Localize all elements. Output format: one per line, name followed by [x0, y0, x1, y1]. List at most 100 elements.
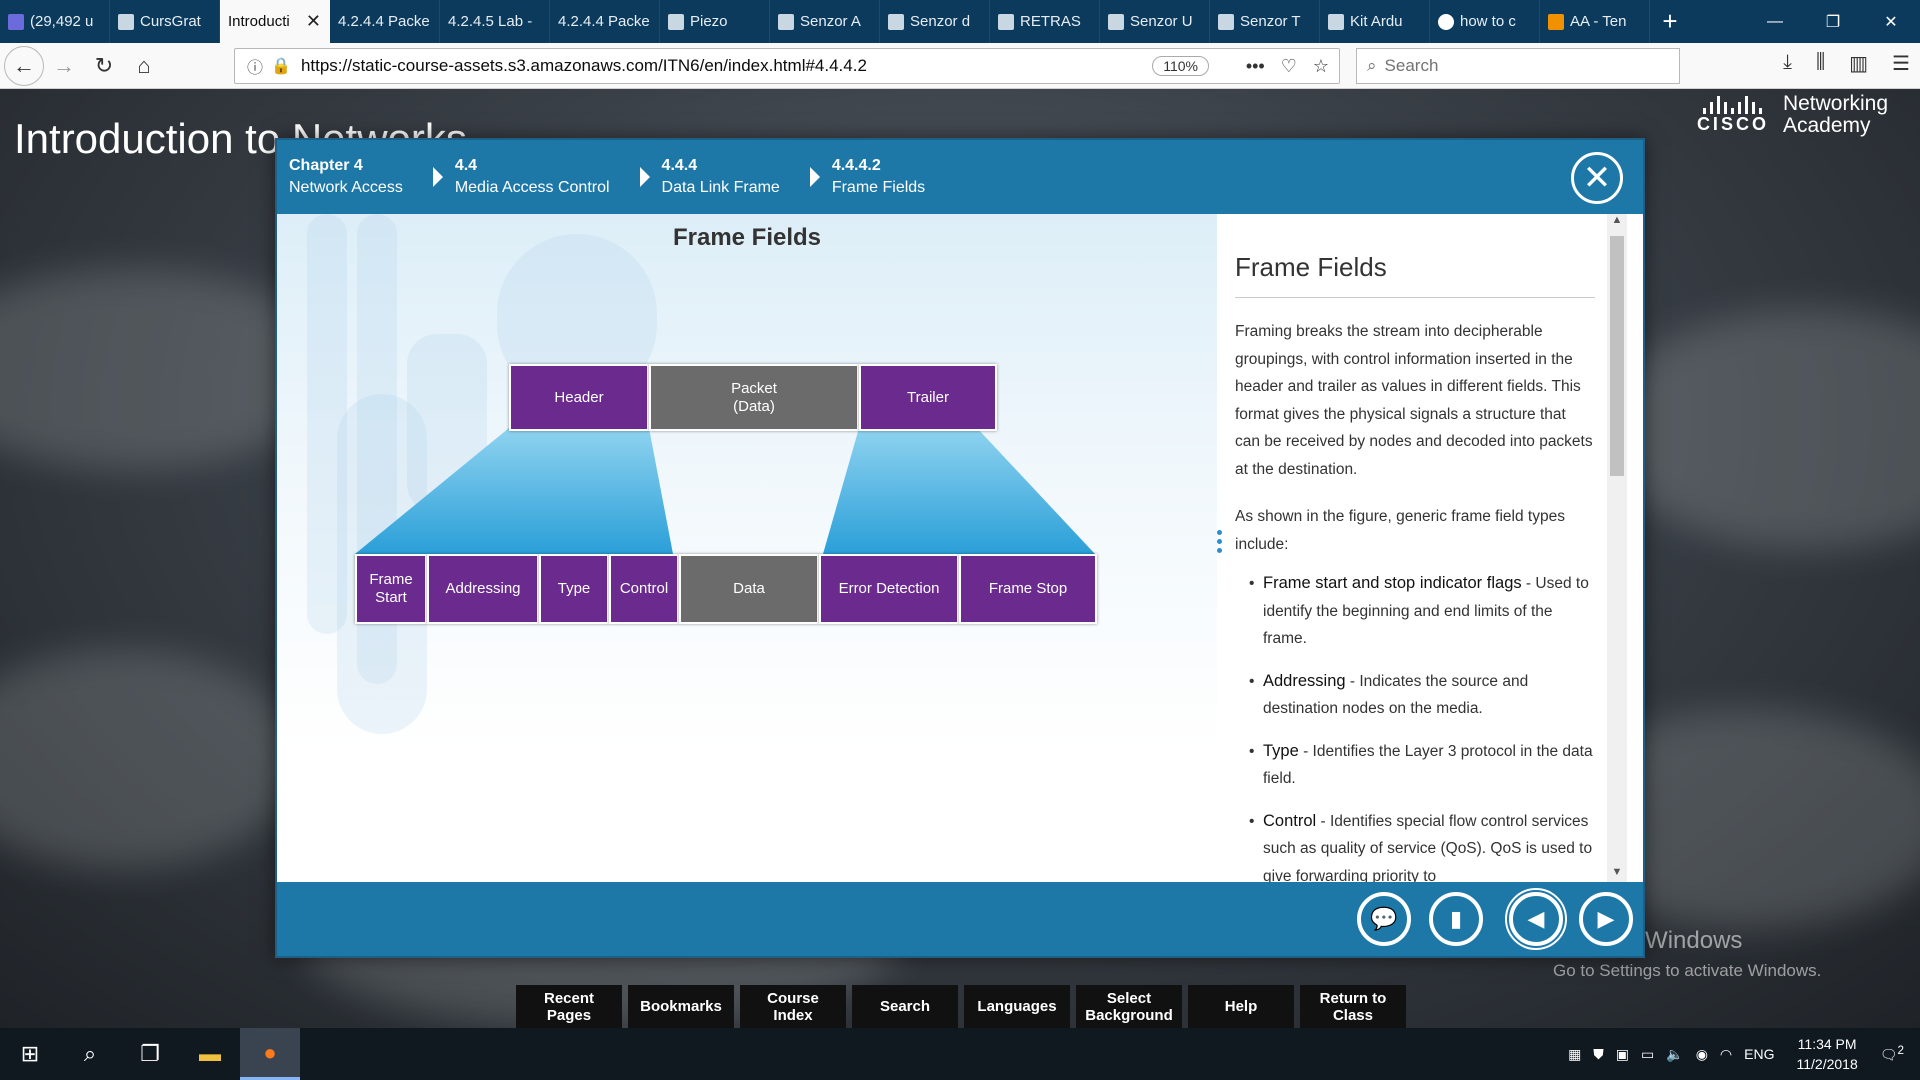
- breadcrumb-chapter[interactable]: Chapter 4 Network Access: [289, 155, 403, 199]
- menu-icon[interactable]: ☰: [1892, 51, 1910, 76]
- type-field: Type: [539, 554, 609, 624]
- folder-icon: ▬: [199, 1041, 221, 1066]
- start-button[interactable]: ⊞: [0, 1028, 60, 1080]
- tray-app2-icon[interactable]: ◉: [1696, 1046, 1708, 1063]
- tab-senzor-t[interactable]: Senzor T: [1210, 0, 1320, 43]
- previous-page-button[interactable]: ◀: [1505, 888, 1567, 950]
- url-text[interactable]: https://static-course-assets.s3.amazonaw…: [301, 56, 867, 76]
- panel-resize-handle[interactable]: [1217, 530, 1222, 553]
- search-input[interactable]: ⌕ Search: [1356, 48, 1680, 84]
- frame-fields-figure: Frame Fields Header Packet (Data) Trailer…: [277, 214, 1217, 884]
- list-item: Frame start and stop indicator flags - U…: [1249, 570, 1595, 653]
- minimize-icon[interactable]: —: [1746, 0, 1804, 43]
- tab-aa-ten[interactable]: AA - Ten: [1540, 0, 1650, 43]
- tab-senzor-u[interactable]: Senzor U: [1100, 0, 1210, 43]
- pocket-icon[interactable]: ♡: [1281, 56, 1297, 77]
- trailer-field: Trailer: [859, 364, 997, 431]
- scroll-up-icon[interactable]: ▲: [1607, 214, 1627, 232]
- list-item: Control - Identifies special flow contro…: [1249, 808, 1595, 885]
- tab-mail[interactable]: (29,492 u: [0, 0, 110, 43]
- tab-packet-1[interactable]: 4.2.4.4 Packe: [330, 0, 440, 43]
- search-icon: ⌕: [1367, 56, 1377, 75]
- back-button[interactable]: ←: [4, 45, 44, 86]
- tab-introduction[interactable]: Introducti ✕: [220, 0, 330, 43]
- battery-icon[interactable]: ▭: [1641, 1046, 1654, 1063]
- close-window-icon[interactable]: ✕: [1862, 0, 1920, 43]
- tab-how-to[interactable]: how to c: [1430, 0, 1540, 43]
- bookmark-button[interactable]: ▮: [1429, 892, 1483, 946]
- language-indicator[interactable]: ENG: [1744, 1046, 1774, 1062]
- close-tab-icon[interactable]: ✕: [306, 11, 321, 32]
- library-icon[interactable]: ⫼: [1816, 51, 1825, 76]
- tray-app-icon[interactable]: ▣: [1616, 1046, 1629, 1063]
- search-button[interactable]: Search: [852, 985, 958, 1028]
- tab-cursgrat[interactable]: CursGrat: [110, 0, 220, 43]
- forward-button[interactable]: →: [44, 46, 84, 86]
- list-item: Type - Identifies the Layer 3 protocol i…: [1249, 738, 1595, 793]
- tray-defender-icon[interactable]: ⛊: [1593, 1046, 1604, 1063]
- wifi-icon[interactable]: ◠: [1720, 1046, 1732, 1063]
- breadcrumb-arrow-icon: [639, 167, 650, 187]
- home-button[interactable]: ⌂: [124, 46, 164, 86]
- brand-line-1: Networking: [1782, 92, 1888, 115]
- comment-button[interactable]: 💬: [1357, 892, 1411, 946]
- system-tray: ▦ ⛊ ▣ ▭ 🔈 ◉ ◠ ENG 11:34 PM 11/2/2018 🗨2: [1568, 1034, 1920, 1074]
- tab-piezo[interactable]: Piezo: [660, 0, 770, 43]
- sidebar-icon[interactable]: ▥: [1849, 51, 1868, 76]
- breadcrumb-subsection[interactable]: 4.4.4 Data Link Frame: [662, 155, 780, 199]
- packet-data-field: Packet (Data): [649, 364, 859, 431]
- bookmarks-button[interactable]: Bookmarks: [628, 985, 734, 1028]
- lock-icon[interactable]: 🔒: [271, 56, 291, 76]
- search-placeholder: Search: [1384, 56, 1439, 75]
- tab-senzor-a[interactable]: Senzor A: [770, 0, 880, 43]
- breadcrumb-arrow-icon: [432, 167, 443, 187]
- download-icon[interactable]: ⤓: [1783, 51, 1792, 76]
- task-view-button[interactable]: ❐: [120, 1028, 180, 1080]
- select-background-button[interactable]: Select Background: [1076, 985, 1182, 1028]
- next-page-button[interactable]: ▶: [1579, 892, 1633, 946]
- url-bar[interactable]: ⓘ 🔒 https://static-course-assets.s3.amaz…: [234, 48, 1340, 84]
- modal-header: Chapter 4 Network Access 4.4 Media Acces…: [277, 140, 1643, 214]
- notifications-icon[interactable]: 🗨2: [1880, 1044, 1904, 1064]
- languages-button[interactable]: Languages: [964, 985, 1070, 1028]
- tab-strip: (29,492 u CursGrat Introducti ✕ 4.2.4.4 P…: [0, 0, 1920, 43]
- search-icon: ⌕: [83, 1041, 97, 1066]
- tab-lab[interactable]: 4.2.4.5 Lab -: [440, 0, 550, 43]
- task-view-icon: ❐: [140, 1041, 160, 1066]
- recent-pages-button[interactable]: Recent Pages: [516, 985, 622, 1028]
- breadcrumb-section[interactable]: 4.4 Media Access Control: [455, 155, 610, 199]
- tray-network-icon[interactable]: ▦: [1568, 1046, 1581, 1063]
- help-button[interactable]: Help: [1188, 985, 1294, 1028]
- header-expansion: [355, 428, 673, 554]
- close-modal-button[interactable]: ✕: [1571, 152, 1623, 204]
- field-types-list: Frame start and stop indicator flags - U…: [1235, 570, 1595, 884]
- restore-icon[interactable]: ❐: [1804, 0, 1862, 43]
- scroll-thumb[interactable]: [1610, 236, 1624, 476]
- new-tab-button[interactable]: +: [1650, 0, 1690, 43]
- image-icon: [1218, 13, 1234, 30]
- tab-senzor-d[interactable]: Senzor d: [880, 0, 990, 43]
- breadcrumb-page[interactable]: 4.4.4.2 Frame Fields: [832, 155, 925, 199]
- volume-icon[interactable]: 🔈: [1666, 1046, 1683, 1063]
- return-to-class-button[interactable]: Return to Class: [1300, 985, 1406, 1028]
- cisco-word: CISCO: [1696, 113, 1769, 134]
- course-index-button[interactable]: Course Index: [740, 985, 846, 1028]
- bookmark-icon: ▮: [1449, 906, 1463, 931]
- taskbar-search-button[interactable]: ⌕: [60, 1028, 120, 1080]
- firefox-taskbar-button[interactable]: ●: [240, 1028, 300, 1080]
- info-icon[interactable]: ⓘ: [247, 54, 263, 78]
- chevron-right-icon: ▶: [1597, 906, 1615, 931]
- file-explorer-button[interactable]: ▬: [180, 1028, 240, 1080]
- tab-packet-2[interactable]: 4.2.4.4 Packe: [550, 0, 660, 43]
- error-detection-field: Error Detection: [819, 554, 959, 624]
- more-actions-icon[interactable]: •••: [1246, 56, 1265, 77]
- tab-kit-arduino[interactable]: Kit Ardu: [1320, 0, 1430, 43]
- addressing-field: Addressing: [427, 554, 539, 624]
- zoom-level[interactable]: 110%: [1152, 56, 1209, 76]
- breadcrumb-arrow-icon: [809, 167, 820, 187]
- reload-button[interactable]: ↻: [84, 46, 124, 86]
- tab-retras[interactable]: RETRAS: [990, 0, 1100, 43]
- text-scrollbar[interactable]: ▲ ▼: [1607, 214, 1627, 884]
- clock[interactable]: 11:34 PM 11/2/2018: [1796, 1034, 1857, 1074]
- star-icon[interactable]: ☆: [1313, 56, 1329, 77]
